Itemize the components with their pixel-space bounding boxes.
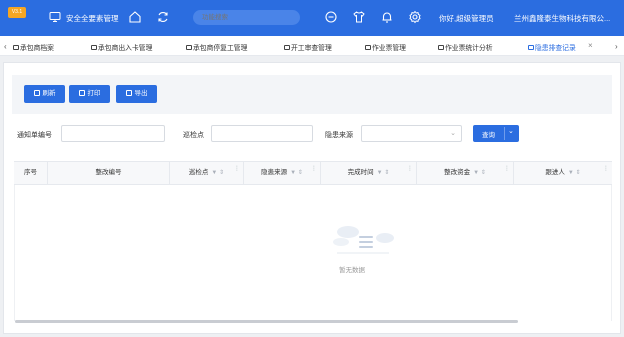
tab-label: 作业票统计分析 [445,45,493,52]
folder-icon [528,45,534,50]
tab-work-ticket-stats[interactable]: 作业票统计分析 [438,42,493,52]
tab-start-review[interactable]: 开工审查管理 [284,42,332,52]
folder-icon [186,45,192,50]
system-title: 安全全要素管理 [66,14,119,23]
tab-hazard-record[interactable]: 隐患排查记录 [528,42,576,52]
action-toolbar: 刷新 打印 导出 [12,75,612,114]
chevron-down-icon[interactable]: ⌄ [508,127,514,135]
folder-icon [284,45,290,50]
tab-label: 承包商档案 [20,45,54,52]
printer-icon [78,89,85,96]
empty-data-icon [333,226,394,254]
tab-work-ticket[interactable]: 作业票管理 [365,42,406,52]
tab-label: 隐患排查记录 [535,45,576,52]
column-header-source[interactable]: 隐患来源 ▼ ⇕ ⋮ [244,162,321,184]
horizontal-scrollbar[interactable] [15,320,518,323]
tab-label: 承包商停复工管理 [193,45,248,52]
table-body [14,185,612,321]
close-tab-icon[interactable]: × [588,41,593,50]
column-menu-icon[interactable]: ⋮ [504,166,510,172]
column-menu-icon[interactable]: ⋮ [234,166,240,172]
refresh-button[interactable]: 刷新 [24,85,65,103]
column-menu-icon[interactable]: ⋮ [311,166,317,172]
folder-icon [91,45,97,50]
top-header: V3.1 安全全要素管理 你好,超级管理员 兰州鑫隆泰生物科技有限公... [0,0,624,36]
export-icon [125,89,132,96]
column-menu-icon[interactable]: ⋮ [407,166,413,172]
empty-data-text: 暂无数据 [339,267,365,274]
column-menu-icon[interactable]: ⋮ [603,166,609,172]
function-search-input[interactable] [193,10,300,25]
user-greeting[interactable]: 你好,超级管理员 [439,13,494,24]
company-name[interactable]: 兰州鑫隆泰生物科技有限公... [514,13,618,24]
filter-sort-icon[interactable]: ▼ ⇕ [290,170,303,176]
column-header-rectify-no: 整改编号 [48,162,170,184]
tab-bar: ‹ 承包商档案 承包商出入卡管理 承包商停复工管理 开工审查管理 作业票管理 作… [0,36,624,56]
table-header: 序号 整改编号 巡检点 ▼ ⇕ ⋮ 隐患来源 ▼ ⇕ ⋮ 完成时间 ▼ ⇕ ⋮ 整改资金 ▼ … [14,161,612,185]
home-icon[interactable] [128,10,142,24]
column-header-fund[interactable]: 整改资金 ▼ ⇕ ⋮ [417,162,514,184]
refresh-icon[interactable] [156,10,170,24]
version-badge: V3.1 [8,7,26,18]
column-header-index: 序号 [14,162,48,184]
folder-icon [13,45,19,50]
tab-contractor-access-card[interactable]: 承包商出入卡管理 [91,42,152,52]
export-button[interactable]: 导出 [116,85,157,103]
tab-scroll-right-icon[interactable]: › [615,42,618,51]
zoom-out-icon[interactable] [324,10,338,24]
checkpoint-label: 巡检点 [183,132,204,139]
print-button[interactable]: 打印 [69,85,110,103]
bell-icon[interactable] [380,10,394,24]
filter-sort-icon[interactable]: ▼ ⇕ [568,170,581,176]
notice-no-input[interactable] [61,125,165,142]
tab-contractor-archive[interactable]: 承包商档案 [13,42,54,52]
column-header-checkpoint[interactable]: 巡检点 ▼ ⇕ ⋮ [170,162,244,184]
filter-sort-icon[interactable]: ▼ ⇕ [377,170,390,176]
folder-icon [365,45,371,50]
folder-icon [438,45,444,50]
checkpoint-input[interactable] [211,125,313,142]
tab-label: 承包商出入卡管理 [98,45,153,52]
refresh-icon [33,89,40,96]
shirt-icon[interactable] [352,10,366,24]
filter-sort-icon[interactable]: ▼ ⇕ [473,170,486,176]
tab-contractor-stop-resume[interactable]: 承包商停复工管理 [186,42,247,52]
filter-sort-icon[interactable]: ▼ ⇕ [211,170,224,176]
column-header-follower[interactable]: 跟进人 ▼ ⇕ ⋮ [514,162,612,184]
hazard-source-label: 隐患来源 [325,132,353,139]
hazard-source-select[interactable]: ⌄ [361,125,462,142]
column-header-finish-time[interactable]: 完成时间 ▼ ⇕ ⋮ [321,162,417,184]
settings-icon[interactable] [408,10,422,24]
tab-scroll-left-icon[interactable]: ‹ [4,42,7,51]
tab-label: 开工审查管理 [291,45,332,52]
query-button[interactable]: 查询 ⌄ [473,125,519,142]
main-panel: 刷新 打印 导出 通知单编号 巡检点 隐患来源 ⌄ 查询 ⌄ 序号 整改编号 巡… [3,62,621,334]
monitor-icon [49,12,61,22]
chevron-down-icon: ⌄ [450,130,456,137]
tab-label: 作业票管理 [372,45,406,52]
notice-no-label: 通知单编号 [17,132,52,139]
